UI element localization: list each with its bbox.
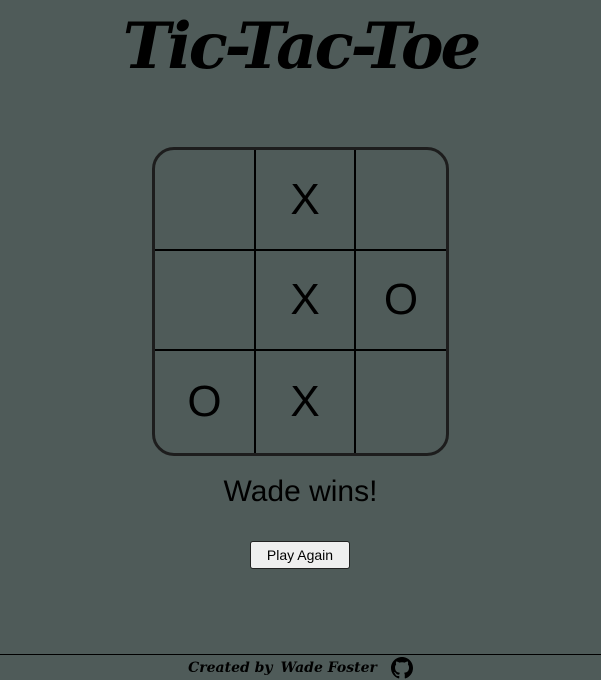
board-cell[interactable]: O [155,351,256,453]
board-cell[interactable] [155,150,256,251]
board-cell[interactable]: X [256,251,356,351]
github-icon[interactable] [390,656,413,679]
board-cell[interactable]: X [256,351,356,453]
board-cell[interactable] [155,251,256,351]
board-cell[interactable]: X [256,150,356,251]
board-cell[interactable]: O [356,251,446,351]
board-cell[interactable] [356,150,446,251]
created-by-label: Created by [188,659,273,676]
play-again-button[interactable]: Play Again [250,541,350,569]
game-status: Wade wins! [223,475,378,508]
board-cell[interactable] [356,351,446,453]
game-board: X X O O X [152,147,449,456]
author-name: Wade Foster [280,659,377,676]
page-title: Tic-Tac-Toe [122,9,481,84]
footer: Created by Wade Foster [0,654,601,680]
